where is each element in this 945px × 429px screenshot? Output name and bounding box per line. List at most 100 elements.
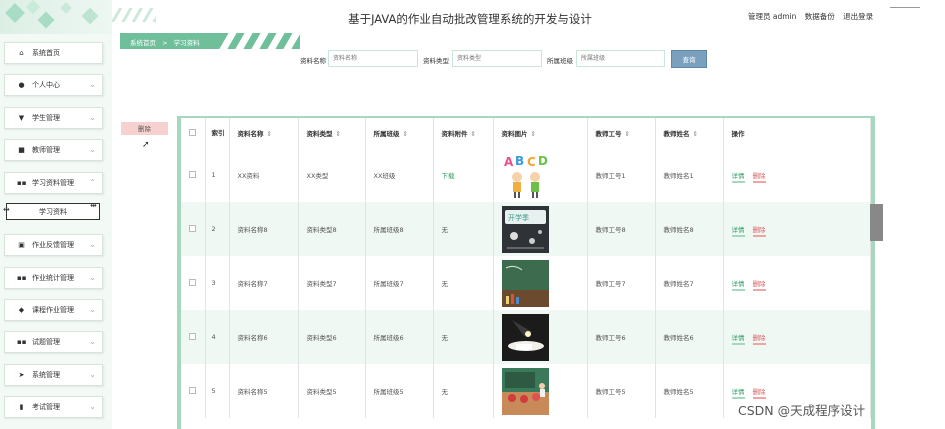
chevron-down-icon: ⌄: [89, 113, 96, 122]
cell-actions: 详情 删除: [723, 256, 871, 310]
detail-button[interactable]: 详情: [731, 226, 745, 237]
cell-teacher-name: 教师姓名1: [655, 148, 724, 202]
watermark: CSDN @天成程序设计: [738, 403, 866, 418]
user-icon: ●: [18, 80, 25, 89]
table-body: 1 XX资料 XX类型 XX班级 下载 A B C D 教师工号1 教师姓名1 详情 删除 2 资料名称8 资…: [181, 148, 871, 418]
cell-image: [493, 364, 588, 418]
cell-actions: 详情 删除: [723, 310, 871, 364]
row-checkbox[interactable]: [181, 202, 206, 256]
cell-attachment: 无: [433, 256, 494, 310]
download-link[interactable]: 下载: [442, 172, 455, 180]
cell-attachment: 无: [433, 310, 494, 364]
cell-teacher-no: 教师工号6: [587, 310, 656, 364]
cell-teacher-no: 教师工号1: [587, 148, 656, 202]
attachment-text: 无: [441, 388, 449, 396]
cell-type: XX类型: [298, 148, 366, 202]
sidebar-item-2[interactable]: ● 个人中心 ⌄: [4, 74, 103, 96]
breadcrumb-current: 学习资料: [173, 39, 200, 47]
svg-text:开学季: 开学季: [508, 213, 529, 222]
search-button[interactable]: 查询: [671, 50, 707, 68]
col-header-name[interactable]: 资料名称 ⇕: [229, 118, 299, 148]
logo-band: [0, 0, 112, 34]
header-decoration: [112, 8, 156, 22]
detail-button[interactable]: 详情: [731, 388, 745, 399]
sidebar-item-10[interactable]: ➤ 系统管理 ⌄: [4, 364, 103, 386]
col-header-attachment[interactable]: 资料附件 ⇕: [433, 118, 494, 148]
col-header-teacher-name[interactable]: 教师姓名 ⇕: [655, 118, 724, 148]
sidebar-item-label: 作业反馈管理: [32, 241, 74, 249]
attachment-text: 无: [441, 280, 449, 288]
cell-teacher-name: 教师姓名8: [655, 202, 724, 256]
sidebar-item-label: 学习资料管理: [32, 179, 74, 187]
sidebar-item-5[interactable]: ▪▪ 学习资料管理 ⌃: [4, 172, 103, 194]
row-checkbox[interactable]: [181, 148, 206, 202]
data-table-container: 索引 资料名称 ⇕ 资料类型 ⇕ 所属班级 ⇕ 资料附件 ⇕ 资料图片 ⇕ 教师工号 ⇕ 教…: [177, 116, 875, 429]
row-checkbox[interactable]: [181, 364, 206, 418]
backup-link[interactable]: 数据备份: [805, 12, 835, 21]
cell-attachment: 无: [433, 202, 494, 256]
sidebar-item-11[interactable]: ▮ 考试管理 ⌄: [4, 396, 103, 418]
col-header-class[interactable]: 所属班级 ⇕: [365, 118, 434, 148]
cell-type: 资料类型8: [298, 202, 366, 256]
data-table: 索引 资料名称 ⇕ 资料类型 ⇕ 所属班级 ⇕ 资料附件 ⇕ 资料图片 ⇕ 教师工号 ⇕ 教…: [181, 118, 871, 418]
grid-icon: ▪▪: [17, 337, 27, 346]
cell-actions: 详情 删除: [723, 202, 871, 256]
cell-class: 所属班级7: [365, 256, 434, 310]
logout-link[interactable]: 退出登录: [843, 12, 873, 21]
col-header-type[interactable]: 资料类型 ⇕: [298, 118, 366, 148]
cell-type: 资料类型5: [298, 364, 366, 418]
col-header-image[interactable]: 资料图片 ⇕: [493, 118, 588, 148]
delete-row-button[interactable]: 删除: [752, 226, 766, 237]
delete-row-button[interactable]: 删除: [752, 334, 766, 345]
app-window: ⌂ 系统首页 ● 个人中心 ⌄ ▼ 学生管理 ⌄ ■ 教师管理 ⌄ ▪▪ 学习资料管理 ⌃ ▣ 作业反馈管理 ⌄…: [0, 0, 945, 429]
chalkboard-image: 开学季: [501, 205, 587, 253]
cell-index: 2: [205, 202, 230, 256]
sidebar-subitem-study-material[interactable]: 学习资料: [6, 203, 100, 220]
row-checkbox[interactable]: [181, 310, 206, 364]
type-search-input[interactable]: [452, 50, 542, 67]
table-header-row: 索引 资料名称 ⇕ 资料类型 ⇕ 所属班级 ⇕ 资料附件 ⇕ 资料图片 ⇕ 教师工号 ⇕ 教…: [181, 118, 871, 148]
chevron-down-icon: ⌄: [89, 240, 96, 249]
cell-index: 1: [205, 148, 230, 202]
col-header-teacher-no[interactable]: 教师工号 ⇕: [587, 118, 656, 148]
sidebar: ⌂ 系统首页 ● 个人中心 ⌄ ▼ 学生管理 ⌄ ■ 教师管理 ⌄ ▪▪ 学习资料管理 ⌃ ▣ 作业反馈管理 ⌄…: [0, 0, 112, 429]
desk-lamp-image: [501, 313, 587, 361]
attachment-text: 无: [441, 334, 449, 342]
delete-row-button[interactable]: 删除: [752, 280, 766, 291]
svg-text:A: A: [504, 155, 514, 169]
name-search-input[interactable]: [328, 50, 418, 67]
sidebar-item-3[interactable]: ▼ 学生管理 ⌄: [4, 107, 103, 129]
sidebar-item-7[interactable]: ▪▪ 作业统计管理 ⌄: [4, 267, 103, 289]
corner-line: [890, 7, 920, 8]
sidebar-item-4[interactable]: ■ 教师管理 ⌄: [4, 139, 103, 161]
cell-attachment[interactable]: 下载: [433, 148, 494, 202]
detail-button[interactable]: 详情: [731, 280, 745, 291]
detail-button[interactable]: 详情: [731, 334, 745, 345]
table-row: 1 XX资料 XX类型 XX班级 下载 A B C D 教师工号1 教师姓名1 详情 删除: [181, 148, 871, 202]
chevron-down-icon: ⌄: [89, 337, 96, 346]
sidebar-item-9[interactable]: ▪▪ 试题管理 ⌄: [4, 331, 103, 353]
sidebar-item-8[interactable]: ◆ 课程作业管理 ⌄: [4, 299, 103, 321]
row-checkbox[interactable]: [181, 256, 206, 310]
delete-row-button[interactable]: 删除: [752, 172, 766, 183]
breadcrumb-home[interactable]: 系统首页: [130, 39, 156, 47]
svg-text:C: C: [527, 155, 536, 169]
delete-row-button[interactable]: 删除: [752, 388, 766, 399]
classroom-image: [501, 367, 587, 415]
mouse-cursor-icon: ➚: [142, 140, 150, 150]
select-all-checkbox[interactable]: [181, 118, 206, 148]
chart-icon: ▮: [19, 402, 24, 411]
cell-class: 所属班级8: [365, 202, 434, 256]
cell-class: XX班级: [365, 148, 434, 202]
class-search-input[interactable]: [576, 50, 665, 67]
sidebar-item-label: 教师管理: [32, 146, 60, 154]
batch-delete-button[interactable]: 删除: [121, 122, 168, 135]
search-label-class: 所属班级: [547, 57, 573, 65]
green-board-image: [501, 259, 587, 307]
chevron-down-icon: ⌄: [89, 145, 96, 154]
scrollbar-thumb[interactable]: [870, 204, 883, 241]
col-header-index: 索引: [205, 118, 230, 148]
sidebar-item-1[interactable]: ⌂ 系统首页: [4, 42, 103, 64]
detail-button[interactable]: 详情: [731, 172, 745, 183]
sidebar-item-6[interactable]: ▣ 作业反馈管理 ⌄: [4, 234, 103, 256]
